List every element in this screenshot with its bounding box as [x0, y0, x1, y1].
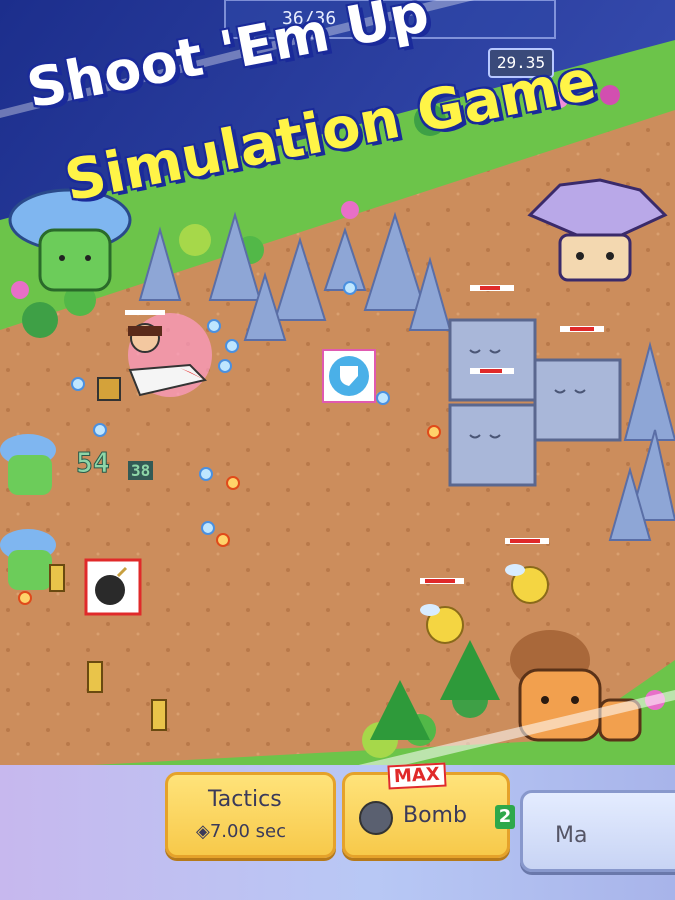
shield-pickup: [322, 349, 376, 403]
bomb-pickup: [84, 558, 142, 616]
tactics-label: Tactics: [208, 787, 282, 812]
third-button-label: Ma: [555, 823, 588, 848]
bomb-count: 2: [495, 805, 515, 829]
damage-number: 38: [128, 461, 154, 480]
bomb-label: Bomb: [403, 803, 467, 828]
damage-number: 54: [76, 446, 111, 480]
third-button[interactable]: Ma: [520, 790, 675, 872]
tactics-cooldown: ◈7.00 sec: [196, 821, 286, 842]
max-badge: MAX: [387, 762, 447, 790]
game-stage[interactable]: 36/36 29.35 54 38 Shoot 'Em Up Simulatio…: [0, 0, 675, 900]
tactics-button[interactable]: Tactics ◈7.00 sec: [165, 772, 336, 858]
bomb-icon: [359, 801, 393, 835]
